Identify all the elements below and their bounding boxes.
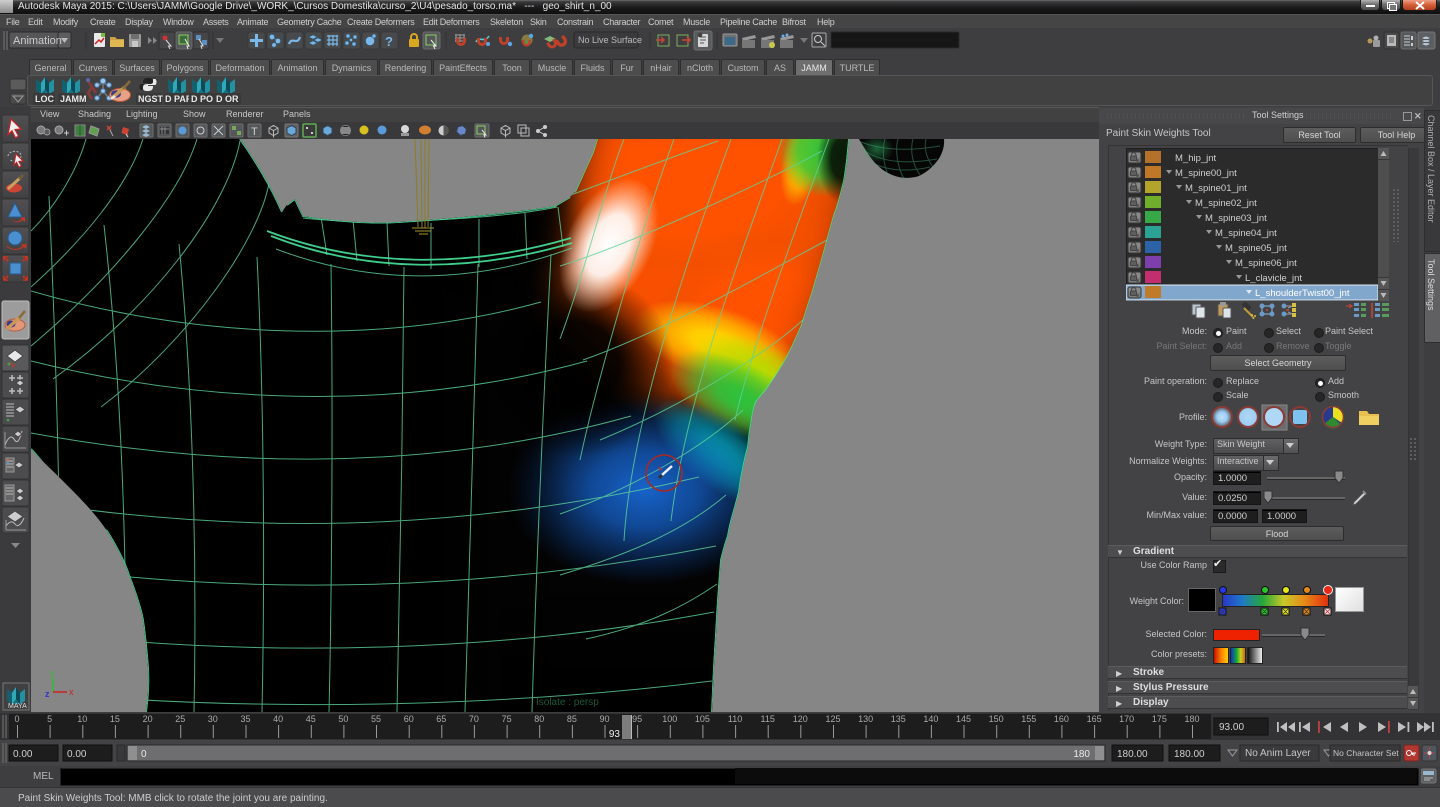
svg-text:M_spine01_jnt: M_spine01_jnt [1185,183,1247,194]
svg-text:65: 65 [436,714,446,724]
svg-text:?: ? [385,34,393,49]
svg-text:93.00: 93.00 [1219,722,1244,733]
svg-text:0: 0 [141,749,147,760]
svg-text:70: 70 [469,714,479,724]
svg-text:L_clavicle_jnt: L_clavicle_jnt [1245,273,1302,284]
svg-text:M_spine02_jnt: M_spine02_jnt [1195,198,1257,209]
svg-text:150: 150 [989,714,1004,724]
svg-text:55: 55 [371,714,381,724]
svg-text:0: 0 [14,714,19,724]
svg-text:85: 85 [567,714,577,724]
svg-text:M_hip_jnt: M_hip_jnt [1175,153,1217,164]
svg-text:45: 45 [306,714,316,724]
svg-text:90: 90 [599,714,609,724]
svg-text:180.00: 180.00 [1174,749,1205,760]
svg-text:135: 135 [891,714,906,724]
svg-text:M_spine04_jnt: M_spine04_jnt [1215,228,1277,239]
svg-text:165: 165 [1087,714,1102,724]
svg-text:M_spine05_jnt: M_spine05_jnt [1225,243,1287,254]
svg-text:50: 50 [338,714,348,724]
svg-text:35: 35 [240,714,250,724]
svg-text:D PO: D PO [191,94,213,104]
svg-text:145: 145 [956,714,971,724]
svg-text:JAMM: JAMM [60,94,87,104]
svg-text:130: 130 [858,714,873,724]
svg-text:155: 155 [1021,714,1036,724]
svg-text:Isolate : persp: Isolate : persp [536,697,599,708]
svg-text:D OR: D OR [216,94,239,104]
svg-text:125: 125 [825,714,840,724]
svg-text:60: 60 [404,714,414,724]
svg-text:180.00: 180.00 [1117,749,1148,760]
svg-text:20: 20 [143,714,153,724]
svg-text:25: 25 [175,714,185,724]
svg-text:0.00: 0.00 [67,749,87,760]
svg-text:30: 30 [208,714,218,724]
svg-text:NGST: NGST [138,94,164,104]
svg-text:x: x [69,687,74,697]
svg-text:D PAF: D PAF [165,94,192,104]
svg-text:170: 170 [1119,714,1134,724]
svg-text:Animation: Animation [13,35,62,47]
svg-text:L_shoulderTwist00_jnt: L_shoulderTwist00_jnt [1255,288,1350,299]
svg-text:0.00: 0.00 [13,749,33,760]
svg-text:5: 5 [47,714,52,724]
svg-text:No Character Set: No Character Set [1333,748,1399,758]
svg-text:175: 175 [1152,714,1167,724]
svg-text:140: 140 [923,714,938,724]
svg-text:M_spine00_jnt: M_spine00_jnt [1175,168,1237,179]
svg-text:93: 93 [609,729,621,740]
svg-text:100: 100 [662,714,677,724]
svg-text:40: 40 [273,714,283,724]
svg-text:z: z [45,689,50,699]
svg-text:No Live Surface: No Live Surface [578,35,642,45]
svg-text:T: T [251,126,258,138]
svg-text:180: 180 [1184,714,1199,724]
svg-text:115: 115 [761,714,775,724]
svg-text:95: 95 [632,714,642,724]
svg-text:MAYA: MAYA [8,703,27,710]
svg-text:75: 75 [502,714,512,724]
svg-text:15: 15 [110,714,120,724]
svg-text:y: y [50,668,55,678]
svg-text:160: 160 [1054,714,1069,724]
svg-text:80: 80 [534,714,544,724]
svg-text:LOC: LOC [35,94,54,104]
svg-text:No Anim Layer: No Anim Layer [1245,748,1311,759]
svg-text:110: 110 [728,714,742,724]
svg-text:M_spine03_jnt: M_spine03_jnt [1205,213,1267,224]
svg-text:180: 180 [1073,749,1090,760]
svg-text:10: 10 [77,714,87,724]
svg-text:120: 120 [793,714,808,724]
svg-text:105: 105 [695,714,710,724]
svg-text:M_spine06_jnt: M_spine06_jnt [1235,258,1297,269]
